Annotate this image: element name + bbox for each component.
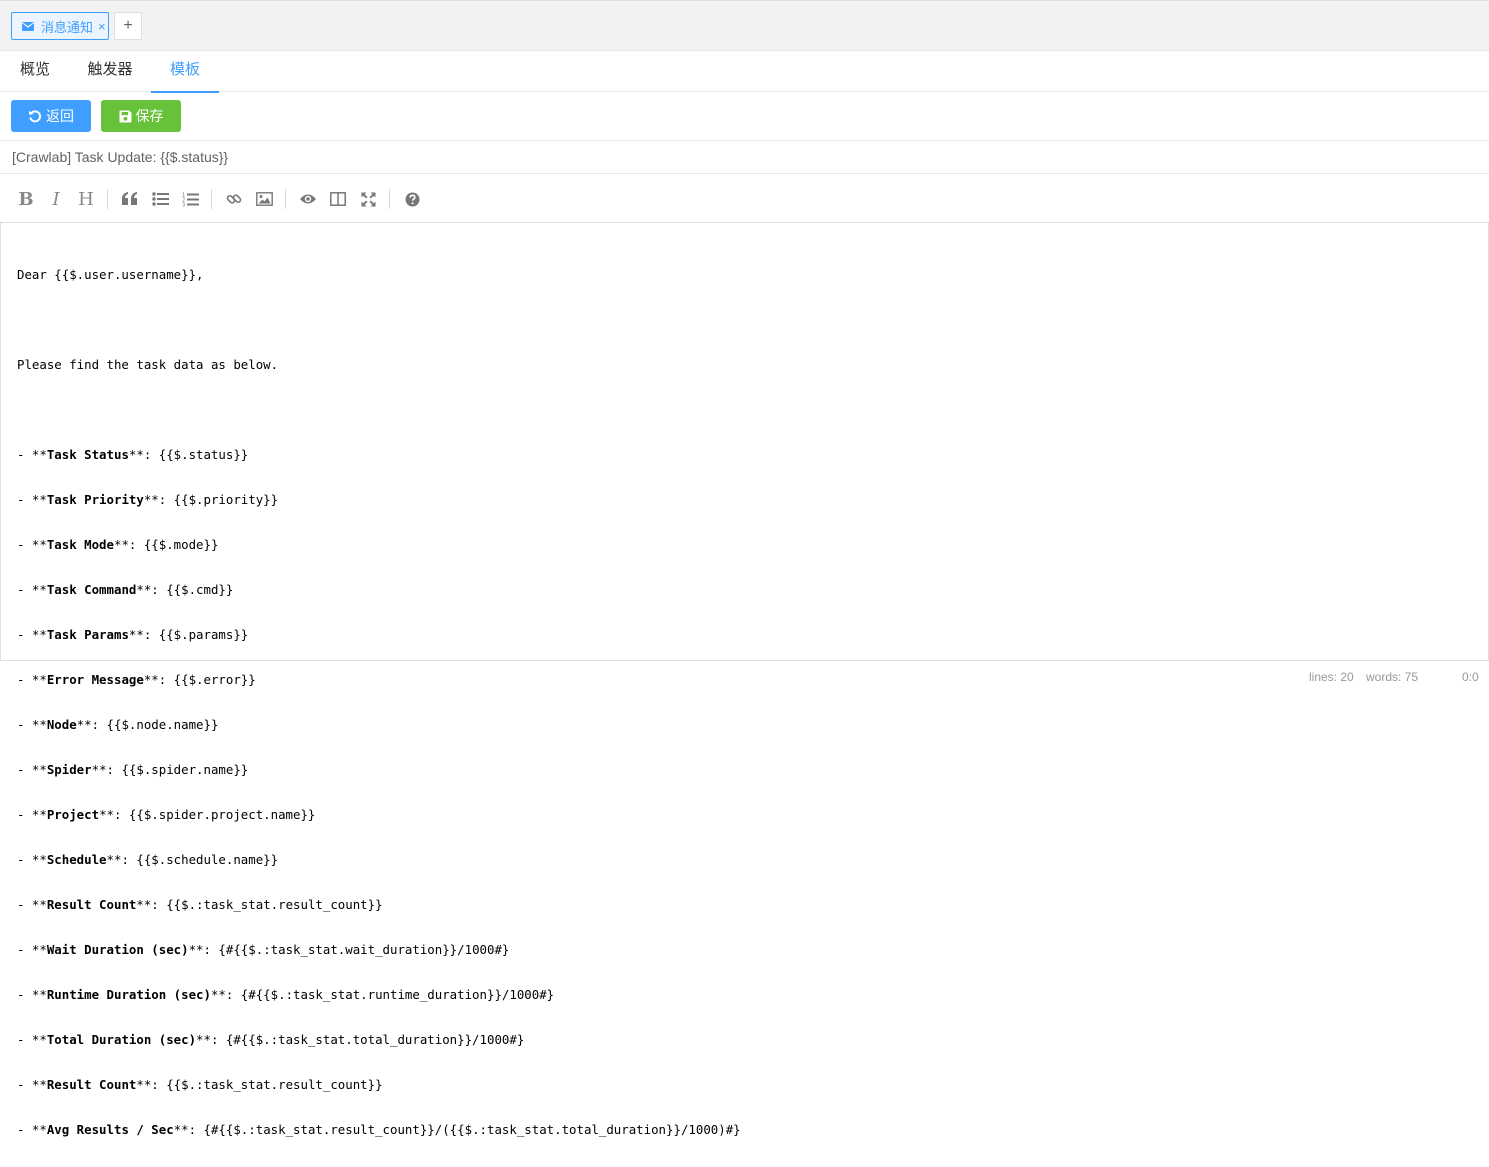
add-tab-button[interactable]: +	[114, 12, 142, 40]
save-icon	[119, 110, 131, 122]
editor-line: - **Runtime Duration (sec)**: {#{{$.:tas…	[17, 987, 555, 1002]
editor-line: - **Result Count**: {{$.:task_stat.resul…	[17, 1077, 383, 1092]
tab-triggers[interactable]: 触发器	[80, 51, 140, 91]
cursor-position: 0:0	[1462, 670, 1479, 684]
preview-icon[interactable]	[295, 186, 321, 212]
editor-line: - **Task Mode**: {{$.mode}}	[17, 537, 219, 552]
undo-icon	[29, 110, 42, 123]
tab-template[interactable]: 模板	[151, 51, 219, 93]
action-bar: 返回 保存	[0, 92, 1489, 141]
editor-line: - **Project**: {{$.spider.project.name}}	[17, 807, 316, 822]
quote-icon[interactable]	[117, 186, 143, 212]
line-count: lines: 20	[1309, 670, 1354, 684]
bold-icon[interactable]: B	[13, 186, 39, 212]
subject-field[interactable]: [Crawlab] Task Update: {{$.status}}	[0, 141, 1489, 174]
tab-label: 消息通知	[41, 19, 94, 35]
close-icon[interactable]: ×	[98, 19, 106, 34]
editor-line: - **Wait Duration (sec)**: {#{{$.:task_s…	[17, 942, 510, 957]
top-tab-bar: 消息通知 × +	[0, 0, 1489, 51]
editor-line: - **Task Command**: {{$.cmd}}	[17, 582, 234, 597]
unordered-list-icon[interactable]	[147, 186, 173, 212]
toolbar-divider	[389, 189, 390, 209]
tab-overview[interactable]: 概览	[10, 51, 60, 91]
toolbar-divider	[285, 189, 286, 209]
italic-icon[interactable]: I	[43, 186, 69, 212]
back-button[interactable]: 返回	[11, 100, 91, 132]
editor-status-bar: lines: 20 words: 75 0:0	[0, 661, 1489, 695]
help-icon[interactable]	[399, 186, 425, 212]
editor-line: - **Total Duration (sec)**: {#{{$.:task_…	[17, 1032, 525, 1047]
envelope-icon	[22, 21, 34, 31]
editor-line: - **Task Params**: {{$.params}}	[17, 627, 249, 642]
editor-line: - **Node**: {{$.node.name}}	[17, 717, 219, 732]
editor-line: - **Avg Results / Sec**: {#{{$.:task_sta…	[17, 1122, 741, 1137]
sub-tabs: 概览 触发器 模板	[0, 51, 1489, 93]
svg-text:3: 3	[182, 202, 185, 207]
word-count: words: 75	[1366, 670, 1419, 684]
save-button[interactable]: 保存	[101, 100, 181, 132]
markdown-editor[interactable]: Dear {{$.user.username}}, Please find th…	[0, 223, 1489, 1137]
editor-line: Please find the task data as below.	[17, 357, 279, 372]
heading-icon[interactable]: H	[73, 186, 99, 212]
toolbar-divider	[107, 189, 108, 209]
editor-toolbar: B I H 1 2 3	[0, 174, 1489, 223]
editor-line: - **Result Count**: {{$.:task_stat.resul…	[17, 897, 383, 912]
image-icon[interactable]	[251, 186, 277, 212]
link-icon[interactable]	[221, 186, 247, 212]
back-label: 返回	[46, 108, 74, 124]
save-label: 保存	[135, 108, 164, 124]
toolbar-divider	[211, 189, 212, 209]
editor-line: - **Schedule**: {{$.schedule.name}}	[17, 852, 279, 867]
tab-message-notification[interactable]: 消息通知 ×	[11, 12, 109, 40]
editor-line: Dear {{$.user.username}},	[17, 267, 204, 282]
editor-line: - **Task Status**: {{$.status}}	[17, 447, 249, 462]
fullscreen-icon[interactable]	[355, 186, 381, 212]
editor-line: - **Task Priority**: {{$.priority}}	[17, 492, 279, 507]
ordered-list-icon[interactable]: 1 2 3	[177, 186, 203, 212]
editor-content[interactable]: Dear {{$.user.username}}, Please find th…	[17, 237, 741, 1167]
editor-line: - **Spider**: {{$.spider.name}}	[17, 762, 249, 777]
side-by-side-icon[interactable]	[325, 186, 351, 212]
